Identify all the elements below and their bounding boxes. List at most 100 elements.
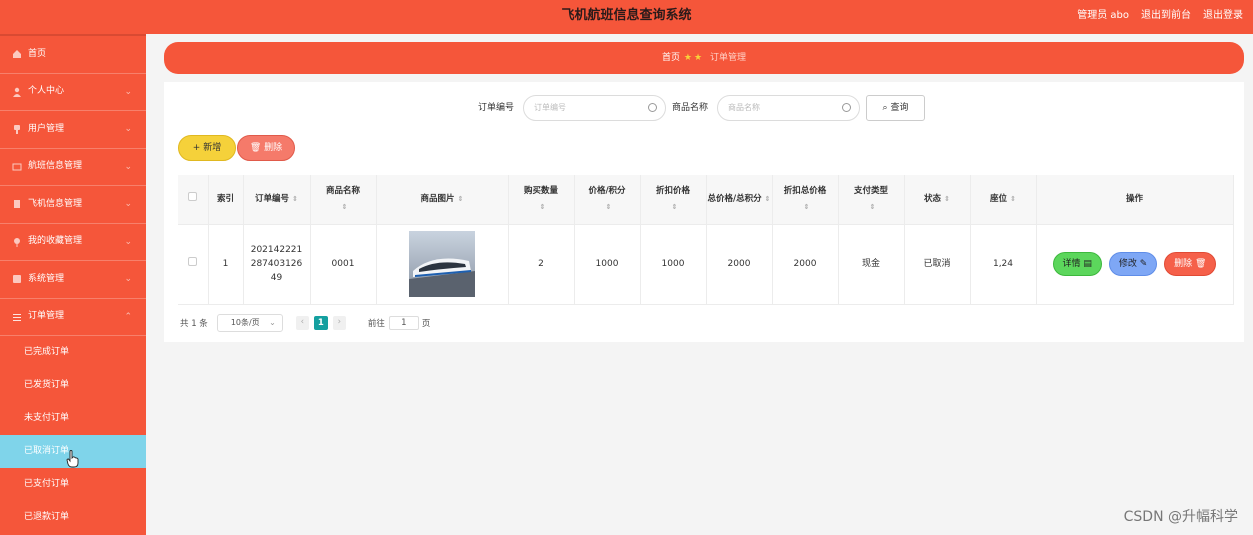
sidebar-item-personal[interactable]: 个人中心 ⌄ — [0, 74, 146, 111]
page-unit-label: 页 — [421, 319, 431, 329]
sort-icon[interactable]: ⇕ — [944, 191, 950, 207]
col-price[interactable]: 价格/积分 ⇕ — [574, 175, 641, 225]
sort-icon[interactable]: ⇕ — [1010, 191, 1016, 207]
page-size-select[interactable]: 10条/页 ⌄ — [216, 314, 283, 332]
sort-icon[interactable]: ⇕ — [672, 199, 678, 215]
order-table: 索引 订单编号 ⇕ 商品名称 ⇕ 商品图片 ⇕ 购买数量 ⇕ 价格/积分 ⇕ 折扣价格 ⇕ … — [178, 175, 1234, 305]
table-row: 1 202142221 287403126 49 0001 2 1000 100… — [178, 224, 1234, 305]
order-number-label: 订单编号 — [478, 103, 515, 113]
submenu-completed-orders[interactable]: 已完成订单 — [0, 336, 146, 369]
total-count: 共 1 条 — [180, 319, 208, 329]
col-quantity[interactable]: 购买数量 ⇕ — [508, 175, 575, 225]
col-seat[interactable]: 座位 ⇕ — [970, 175, 1037, 225]
plus-icon: + — [192, 143, 201, 153]
cell-actions: 详情 ▤ 修改 ✎ 删除 🗑 — [1036, 224, 1234, 305]
cell-index: 1 — [208, 224, 244, 305]
col-total-price[interactable]: 总价格/总积分 ⇕ — [706, 175, 773, 225]
select-all-checkbox[interactable] — [188, 192, 198, 202]
table-header-row: 索引 订单编号 ⇕ 商品名称 ⇕ 商品图片 ⇕ 购买数量 ⇕ 价格/积分 ⇕ 折扣价格 ⇕ … — [178, 175, 1234, 225]
goto-label: 前往 — [367, 319, 385, 329]
sidebar-item-users[interactable]: 用户管理 ⌄ — [0, 111, 146, 149]
exit-front-link[interactable]: 退出到前台 — [1141, 0, 1191, 34]
top-bar: 飞机航班信息查询系统 管理员 abo 退出到前台 退出登录 — [0, 0, 1253, 34]
submenu-unpaid-orders[interactable]: 未支付订单 — [0, 402, 146, 435]
row-checkbox[interactable] — [188, 257, 198, 266]
page-number-button[interactable]: 1 — [313, 316, 328, 330]
col-discount-price[interactable]: 折扣价格 ⇕ — [640, 175, 707, 225]
sort-icon[interactable]: ⇕ — [292, 191, 298, 207]
trash-icon: 🗑 — [1195, 259, 1207, 269]
sidebar-item-label: 个人中心 — [28, 86, 65, 97]
submenu-refunded-orders[interactable]: 已退款订单 — [0, 501, 146, 534]
top-links: 管理员 abo 退出到前台 退出登录 — [1077, 0, 1243, 34]
sidebar-item-label: 航班信息管理 — [28, 161, 83, 172]
sort-icon[interactable]: ⇕ — [765, 191, 771, 207]
delete-button-label: 删除 — [264, 143, 283, 153]
sidebar-item-label: 飞机信息管理 — [28, 198, 83, 209]
chevron-down-icon: ⌄ — [124, 124, 132, 134]
cell-total-price: 2000 — [706, 224, 773, 305]
row-delete-button[interactable]: 删除 🗑 — [1164, 252, 1217, 276]
flight-icon — [12, 163, 22, 171]
sidebar-item-home[interactable]: 首页 — [0, 36, 146, 74]
col-product-name[interactable]: 商品名称 ⇕ — [310, 175, 377, 225]
hand-cursor-icon — [66, 450, 79, 468]
gear-icon — [13, 275, 21, 284]
sidebar-item-flights[interactable]: 航班信息管理 ⌄ — [0, 149, 146, 186]
sort-icon[interactable]: ⇕ — [804, 199, 810, 215]
detail-button[interactable]: 详情 ▤ — [1052, 252, 1102, 276]
goto-page-input[interactable]: 1 — [388, 316, 419, 330]
star-icon: ★ — [683, 53, 692, 63]
edit-button[interactable]: 修改 ✎ — [1108, 252, 1158, 276]
product-name-input[interactable]: 商品名称 — [717, 95, 860, 121]
sidebar-item-label: 我的收藏管理 — [28, 236, 83, 247]
batch-delete-button[interactable]: 🗑 删除 — [237, 135, 295, 161]
product-name-label: 商品名称 — [672, 103, 709, 113]
logout-link[interactable]: 退出登录 — [1203, 0, 1243, 34]
col-pay-type[interactable]: 支付类型 ⇕ — [838, 175, 905, 225]
chevron-down-icon: ⌄ — [124, 161, 132, 172]
next-page-button[interactable]: › — [332, 316, 346, 330]
cell-pay-type: 现金 — [838, 224, 905, 305]
sidebar-item-planes[interactable]: 飞机信息管理 ⌄ — [0, 186, 146, 224]
sidebar-item-system[interactable]: 系统管理 ⌄ — [0, 261, 146, 299]
submenu-paid-orders[interactable]: 已支付订单 — [0, 468, 146, 501]
row-select-cell — [178, 224, 209, 305]
submenu-shipped-orders[interactable]: 已发货订单 — [0, 369, 146, 402]
select-all-cell — [178, 175, 209, 225]
prev-page-button[interactable]: ‹ — [295, 316, 309, 330]
sort-icon[interactable]: ⇕ — [870, 199, 876, 215]
cell-status: 已取消 — [904, 224, 971, 305]
col-discount-total[interactable]: 折扣总价格 ⇕ — [772, 175, 839, 225]
sort-icon[interactable]: ⇕ — [540, 199, 546, 215]
product-image[interactable] — [409, 231, 475, 297]
user-icon — [13, 87, 21, 97]
order-number-input[interactable]: 订单编号 — [523, 95, 666, 121]
sidebar-item-favorites[interactable]: 我的收藏管理 ⌄ — [0, 224, 146, 261]
cell-discount-total: 2000 — [772, 224, 839, 305]
edit-icon: ✎ — [1139, 259, 1148, 269]
sidebar-item-orders[interactable]: 订单管理 ⌃ — [0, 299, 146, 336]
breadcrumb-home[interactable]: 首页 — [662, 53, 680, 63]
users-icon — [14, 125, 20, 135]
col-order-number[interactable]: 订单编号 ⇕ — [243, 175, 311, 225]
sort-icon[interactable]: ⇕ — [606, 199, 612, 215]
chevron-down-icon: ⌄ — [124, 86, 132, 97]
sidebar-item-label: 用户管理 — [28, 123, 65, 134]
main-content: 首页 ★ ★ 订单管理 订单编号 订单编号 商品名称 商品名称 ⌕ 查询 + 新增 — [146, 34, 1253, 535]
col-status[interactable]: 状态 ⇕ — [904, 175, 971, 225]
cell-order-number: 202142221 287403126 49 — [243, 224, 311, 305]
sidebar-item-label: 系统管理 — [28, 273, 65, 284]
add-button[interactable]: + 新增 — [178, 135, 236, 161]
cell-product-image — [376, 224, 509, 305]
search-form: 订单编号 订单编号 商品名称 商品名称 ⌕ 查询 — [164, 95, 1244, 121]
chevron-down-icon: ⌄ — [269, 318, 276, 327]
cell-product-name: 0001 — [310, 224, 377, 305]
order-panel: 订单编号 订单编号 商品名称 商品名称 ⌕ 查询 + 新增 🗑 删除 索引 订单… — [164, 82, 1244, 342]
sort-icon[interactable]: ⇕ — [342, 199, 348, 215]
col-product-image[interactable]: 商品图片 ⇕ — [376, 175, 509, 225]
sort-icon[interactable]: ⇕ — [458, 191, 464, 207]
query-button[interactable]: ⌕ 查询 — [866, 95, 925, 121]
plane-icon — [14, 200, 20, 209]
home-icon — [13, 50, 21, 59]
